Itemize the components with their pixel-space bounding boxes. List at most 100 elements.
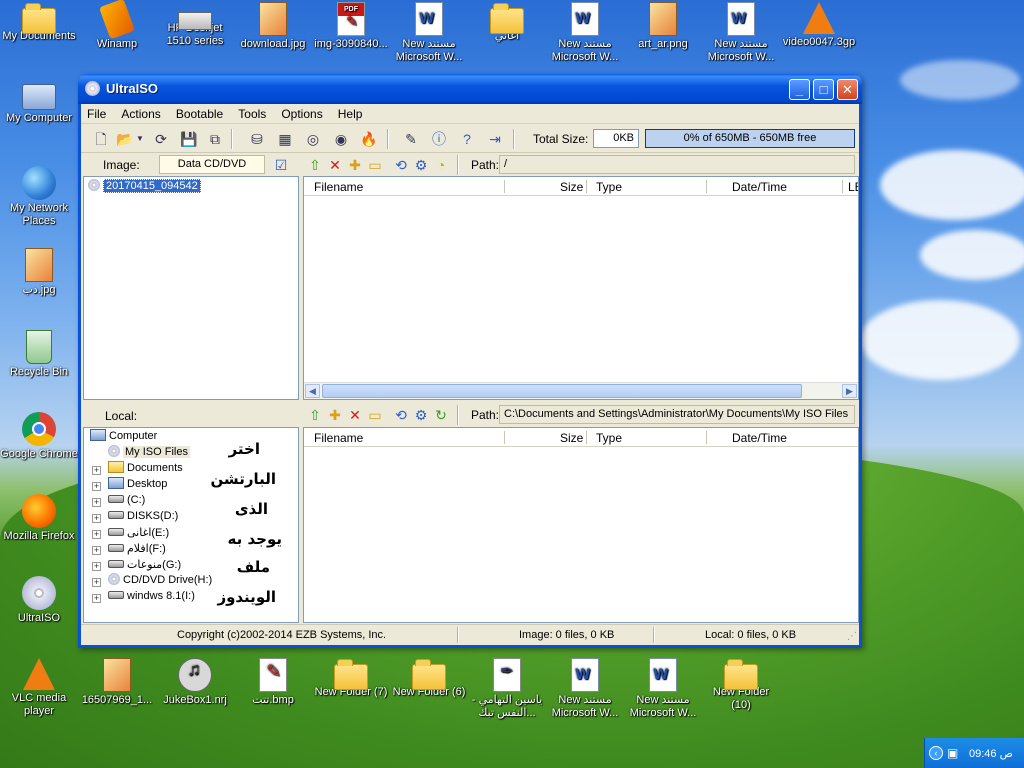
desktop-icon-video[interactable]: video0047.3gp (780, 2, 858, 49)
local-path-field[interactable]: C:\Documents and Settings\Administrator\… (499, 405, 855, 424)
help-icon[interactable]: ? (457, 129, 477, 149)
desktop-icon-jukebox[interactable]: JukeBox1.nrj (156, 658, 234, 707)
network-tray-icon[interactable]: ▣ (947, 746, 958, 760)
image-properties-icon[interactable]: ☑ (271, 155, 291, 175)
close-button[interactable]: ✕ (837, 79, 858, 100)
tree-item-computer[interactable]: Computer (90, 429, 157, 442)
expand-icon[interactable]: + (92, 498, 101, 507)
exit-icon[interactable]: ⇥ (485, 129, 505, 149)
desktop-icon-hp-printer[interactable]: HP Deskjet 1510 series (156, 2, 234, 48)
column-filename[interactable]: Filename (314, 431, 363, 445)
scroll-right-icon[interactable]: ▶ (842, 384, 857, 398)
desktop-icon-download-jpg[interactable]: download.jpg (234, 2, 312, 51)
desktop-icon-ultraiso[interactable]: UltraISO (0, 576, 78, 625)
add-files-icon[interactable]: ▦ (275, 129, 295, 149)
scrollbar-thumb[interactable] (322, 384, 802, 398)
expand-icon[interactable]: + (92, 578, 101, 587)
menu-help[interactable]: Help (332, 104, 369, 121)
menu-actions[interactable]: Actions (115, 104, 166, 121)
taskbar-clock[interactable]: 09:46 ص (969, 747, 1013, 760)
desktop-icon-vlc[interactable]: VLC media player (0, 658, 78, 718)
desktop-icon-new-folder-7[interactable]: New Folder (7) (312, 658, 390, 699)
maximize-button[interactable]: □ (813, 79, 834, 100)
column-type[interactable]: Type (596, 180, 622, 194)
properties-icon[interactable]: ✎ (401, 129, 421, 149)
new-icon[interactable]: 🗋 (91, 129, 111, 149)
save-icon[interactable]: 💾 (179, 129, 199, 149)
tree-item-drive-e[interactable]: اغانى(E:) (108, 526, 169, 539)
sync-icon[interactable]: ↻ (431, 405, 451, 425)
tree-item-drive-f[interactable]: افلام(F:) (108, 542, 166, 555)
menu-file[interactable]: File (81, 104, 112, 121)
expand-icon[interactable]: + (92, 514, 101, 523)
expand-icon[interactable]: + (92, 594, 101, 603)
desktop-icon-image-file[interactable]: 16507969_1... (78, 658, 156, 707)
column-datetime[interactable]: Date/Time (732, 180, 787, 194)
up-folder-icon[interactable]: ⇧ (305, 155, 325, 175)
new-folder-icon[interactable]: ✚ (345, 155, 365, 175)
desktop-icon-word-doc[interactable]: New مستند Microsoft W... (546, 658, 624, 720)
settings-icon[interactable]: ⚙ (411, 155, 431, 175)
column-le[interactable]: LE (848, 180, 858, 194)
refresh-icon[interactable]: ⟲ (391, 405, 411, 425)
column-type[interactable]: Type (596, 431, 622, 445)
expand-icon[interactable]: + (92, 562, 101, 571)
desktop-icon-word-doc[interactable]: New مستند Microsoft W... (624, 658, 702, 720)
expand-icon[interactable]: + (92, 466, 101, 475)
up-folder-icon[interactable]: ⇧ (305, 405, 325, 425)
settings-icon[interactable]: ⚙ (411, 405, 431, 425)
burn-icon[interactable]: 🔥 (359, 129, 379, 149)
desktop-icon-new-folder-6[interactable]: New Folder (6) (390, 658, 468, 699)
mount-icon[interactable]: ◉ (331, 129, 351, 149)
expand-icon[interactable]: + (92, 482, 101, 491)
menu-tools[interactable]: Tools (232, 104, 272, 121)
desktop-icon-recycle-bin[interactable]: Recycle Bin (0, 330, 78, 379)
image-type-field[interactable]: Data CD/DVD (159, 155, 265, 174)
expand-icon[interactable]: + (92, 530, 101, 539)
menu-options[interactable]: Options (275, 104, 328, 121)
desktop-icon-my-documents[interactable]: My Documents (0, 2, 78, 43)
rename-icon[interactable]: ▭ (365, 405, 385, 425)
scroll-left-icon[interactable]: ◀ (305, 384, 320, 398)
column-datetime[interactable]: Date/Time (732, 431, 787, 445)
new-folder-icon[interactable]: ✚ (325, 405, 345, 425)
view-icon[interactable]: ◔ (431, 155, 451, 175)
desktop-icon-word-doc[interactable]: New مستند Microsoft W... (390, 2, 468, 64)
desktop-icon-chrome[interactable]: Google Chrome (0, 412, 78, 461)
delete-icon[interactable]: ✕ (325, 155, 345, 175)
tree-item-drive-h[interactable]: CD/DVD Drive(H:) (108, 573, 212, 586)
extract-icon[interactable]: ⛁ (247, 129, 267, 149)
desktop-icon-firefox[interactable]: Mozilla Firefox (0, 494, 78, 543)
column-size[interactable]: Size (560, 431, 583, 445)
desktop-icon-document[interactable]: ياسين التهامي - النفس تبك... (468, 658, 546, 720)
expand-icon[interactable]: + (92, 546, 101, 555)
image-path-field[interactable]: / (499, 155, 855, 174)
open-cd-icon[interactable]: ⟳ (151, 129, 171, 149)
tree-item-my-iso-files[interactable]: My ISO Files (108, 445, 190, 458)
desktop-icon-winamp[interactable]: Winamp (78, 0, 156, 51)
tree-item-drive-c[interactable]: (C:) (108, 494, 145, 506)
desktop-icon-network-places[interactable]: My Network Places (0, 166, 78, 228)
menu-bootable[interactable]: Bootable (170, 104, 229, 121)
title-bar[interactable]: UltraISO _ □ ✕ (78, 74, 862, 104)
tree-item-documents[interactable]: Documents (108, 461, 183, 474)
desktop-icon-bmp[interactable]: تتت.bmp (234, 658, 312, 707)
column-size[interactable]: Size (560, 180, 583, 194)
desktop-icon-art-png[interactable]: art_ar.png (624, 2, 702, 51)
delete-icon[interactable]: ✕ (345, 405, 365, 425)
desktop-icon-my-computer[interactable]: My Computer (0, 84, 78, 125)
image-root-node[interactable]: 20170415_094542 (88, 179, 201, 193)
tray-expand-icon[interactable]: ‹ (929, 746, 943, 760)
compress-icon[interactable]: ◎ (303, 129, 323, 149)
resize-grip-icon[interactable]: ⋰ (847, 631, 857, 642)
tree-item-desktop[interactable]: Desktop (108, 477, 167, 490)
desktop-icon-word-doc[interactable]: New مستند Microsoft W... (702, 2, 780, 64)
desktop-icon-dab-jpg[interactable]: دب.jpg (0, 248, 78, 297)
info-icon[interactable]: ⓘ (429, 129, 449, 149)
save-as-icon[interactable]: ⧉ (205, 129, 225, 149)
tree-item-drive-g[interactable]: منوعات(G:) (108, 558, 181, 571)
dropdown-arrow-icon[interactable]: ▼ (135, 129, 145, 149)
rename-icon[interactable]: ▭ (365, 155, 385, 175)
refresh-icon[interactable]: ⟲ (391, 155, 411, 175)
horizontal-scrollbar[interactable]: ◀ ▶ (304, 382, 858, 399)
